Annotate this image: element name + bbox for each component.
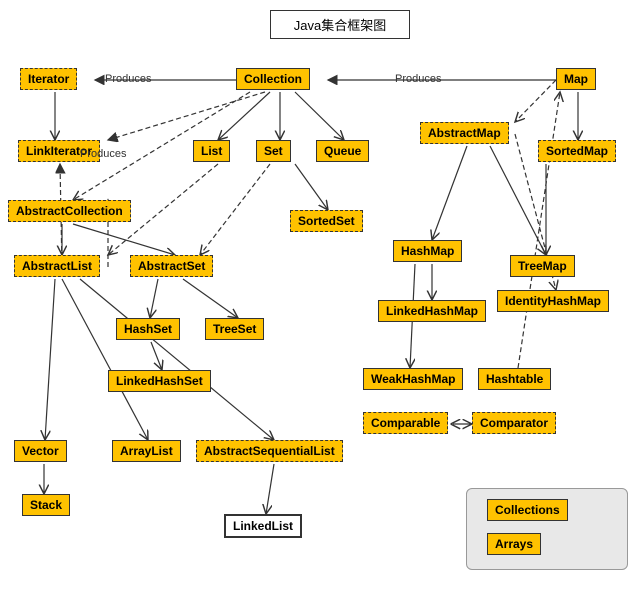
produces-label-3: Produces — [80, 148, 126, 160]
comparable-node: Comparable — [363, 412, 448, 434]
linkedhashmap-node: LinkedHashMap — [378, 300, 486, 322]
identityhashmap-node: IdentityHashMap — [497, 290, 609, 312]
abstractmap-node: AbstractMap — [420, 122, 509, 144]
collection-node: Collection — [236, 68, 310, 90]
queue-node: Queue — [316, 140, 369, 162]
hashmap-node: HashMap — [393, 240, 462, 262]
stack-node: Stack — [22, 494, 70, 516]
treeset-node: TreeSet — [205, 318, 264, 340]
hashtable-node: Hashtable — [478, 368, 551, 390]
arraylist-node: ArrayList — [112, 440, 181, 462]
weakhashmap-node: WeakHashMap — [363, 368, 463, 390]
abstractset-node: AbstractSet — [130, 255, 213, 277]
hashset-node: HashSet — [116, 318, 180, 340]
map-node: Map — [556, 68, 596, 90]
diagram-container: Comparator double arrow --> Java集合框架图 It… — [0, 0, 643, 611]
abstractlist-node: AbstractList — [14, 255, 100, 277]
sortedmap-node: SortedMap — [538, 140, 616, 162]
treemap-node: TreeMap — [510, 255, 575, 277]
produces-label-2: Produces — [395, 73, 441, 85]
list-node: List — [193, 140, 230, 162]
collections-node: Collections — [487, 499, 568, 521]
arrays-node: Arrays — [487, 533, 541, 555]
abstractsequentiallist-node: AbstractSequentialList — [196, 440, 343, 462]
vector-node: Vector — [14, 440, 67, 462]
sortedset-node: SortedSet — [290, 210, 363, 232]
linkedhashset-node: LinkedHashSet — [108, 370, 211, 392]
linkedlist-node: LinkedList — [224, 514, 302, 538]
iterator-node: Iterator — [20, 68, 77, 90]
produces-label-1: Produces — [105, 73, 151, 85]
legend-box: Collections Arrays — [466, 488, 628, 570]
abstractcollection-node: AbstractCollection — [8, 200, 131, 222]
comparator-node: Comparator — [472, 412, 556, 434]
set-node: Set — [256, 140, 291, 162]
title-node: Java集合框架图 — [270, 10, 410, 39]
